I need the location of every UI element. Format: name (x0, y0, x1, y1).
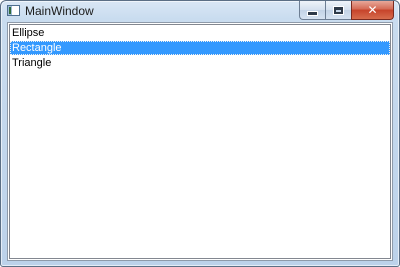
window-title: MainWindow (25, 4, 94, 18)
list-item-triangle[interactable]: Triangle (10, 56, 390, 70)
title-bar[interactable]: MainWindow ✕ (1, 1, 399, 22)
list-item-ellipse[interactable]: Ellipse (10, 26, 390, 40)
maximize-button[interactable] (325, 1, 351, 20)
maximize-icon (333, 5, 344, 15)
close-icon: ✕ (367, 3, 378, 17)
minimize-icon (307, 11, 318, 16)
caption-buttons: ✕ (299, 1, 394, 20)
close-button[interactable]: ✕ (351, 1, 394, 20)
shapes-listbox[interactable]: Ellipse Rectangle Triangle (9, 24, 391, 259)
minimize-button[interactable] (299, 1, 325, 20)
list-item-rectangle[interactable]: Rectangle (10, 41, 390, 55)
app-window-icon[interactable] (7, 5, 20, 16)
client-area: Ellipse Rectangle Triangle (7, 22, 393, 261)
main-window: MainWindow ✕ Ellipse Rectangle Triangle (0, 0, 400, 267)
